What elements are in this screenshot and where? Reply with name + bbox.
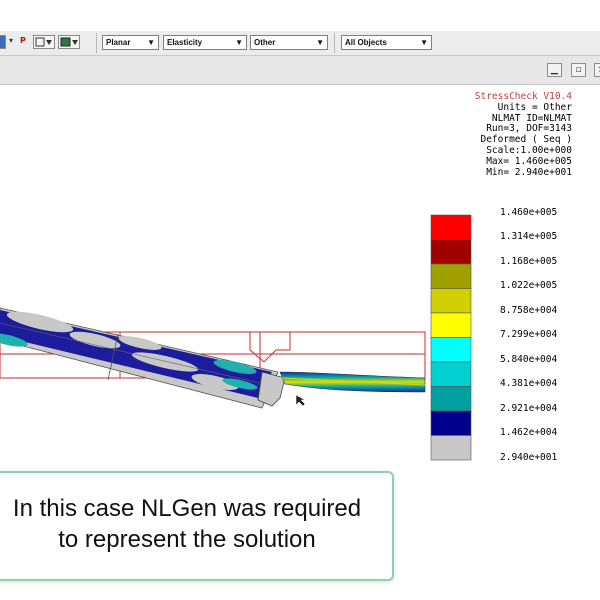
info-max: Max= 1.460e+005: [486, 155, 572, 167]
legend-swatch: [430, 214, 472, 240]
legend-label: 1.314e+005: [500, 231, 558, 242]
legend-swatch: [430, 337, 472, 363]
legend-swatch: [430, 361, 472, 387]
video-caption-box: In this case NLGen was required to repre…: [0, 471, 394, 581]
beam-tail: [279, 371, 426, 393]
legend-label: 4.381e+004: [500, 378, 558, 389]
legend-swatch: [430, 410, 472, 436]
mouse-cursor-icon: [295, 394, 306, 407]
info-units: Units = Other: [497, 101, 572, 113]
legend-label: 1.460e+005: [500, 207, 558, 218]
legend-label: 1.462e+004: [500, 427, 558, 438]
legend-label: 2.921e+004: [500, 403, 558, 414]
legend-label: 5.840e+004: [500, 354, 558, 365]
info-min: Min= 2.940e+001: [486, 166, 572, 178]
caption-text: In this case NLGen was required to repre…: [0, 493, 392, 555]
caption-line-2: to represent the solution: [58, 526, 316, 553]
legend-swatch: [430, 288, 472, 314]
legend-label: 8.758e+004: [500, 305, 558, 316]
legend-swatch: [430, 386, 472, 412]
legend-label: 1.168e+005: [500, 256, 558, 267]
legend-label: 2.940e+001: [500, 452, 558, 463]
legend-label: 7.299e+004: [500, 329, 558, 340]
result-info-panel: StressCheck V10.4 Units = Other NLMAT ID…: [475, 91, 572, 178]
legend-label: 1.022e+005: [500, 280, 558, 291]
deformed-beam: [0, 307, 286, 409]
legend-swatch: [430, 312, 472, 338]
legend-swatch: [430, 263, 472, 289]
legend-swatch: [430, 239, 472, 265]
caption-line-1: In this case NLGen was required: [12, 495, 362, 522]
color-legend: [430, 214, 472, 461]
legend-swatch: [430, 435, 472, 461]
